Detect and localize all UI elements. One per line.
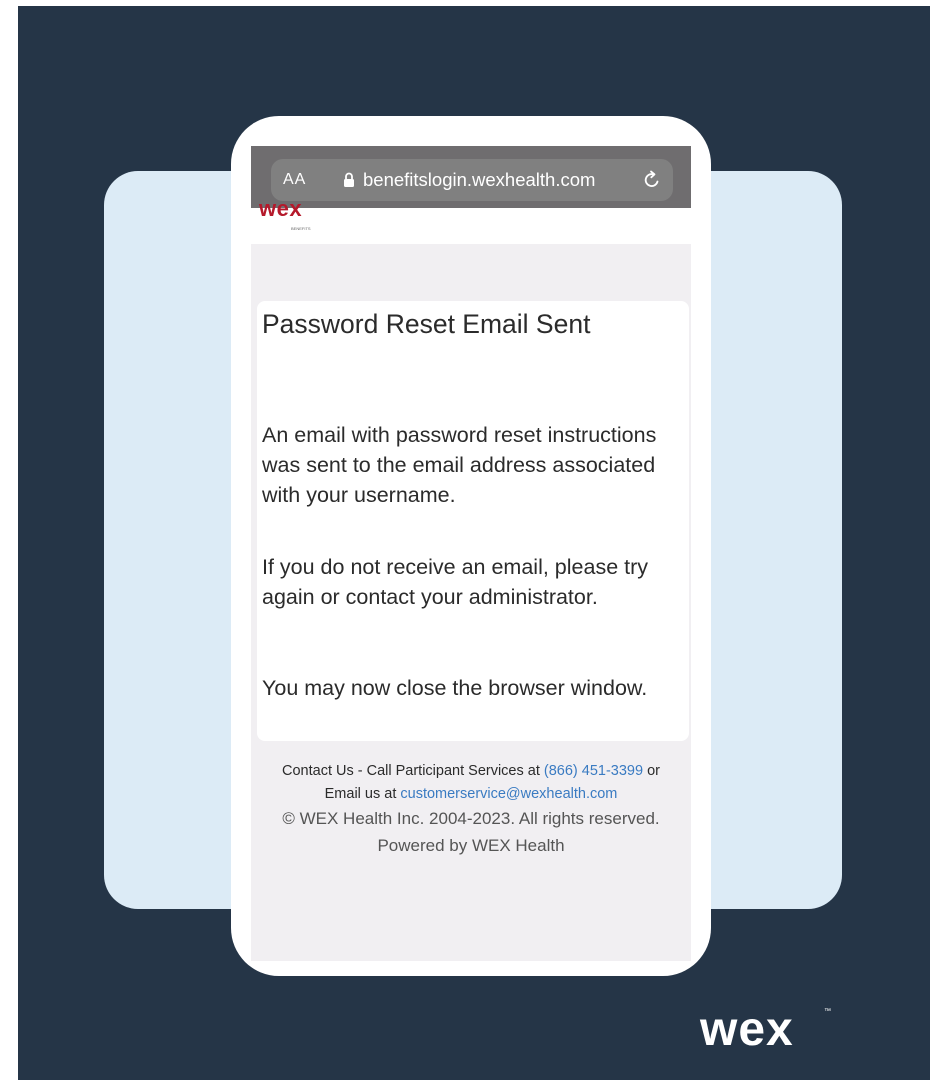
site-header: wex BENEFITS [251,196,691,244]
footer-contact-line: Contact Us - Call Participant Services a… [251,763,691,779]
lock-icon [344,172,354,187]
message-paragraph-sent: An email with password reset instruction… [262,423,657,507]
contact-suffix: or [643,763,660,779]
page-title: Password Reset Email Sent [262,309,591,339]
page-canvas: AA benefitslogin.wexhealth.com wex BENEF… [0,0,940,1080]
message-card: Password Reset Email Sent An email with … [257,301,689,741]
phone-link[interactable]: (866) 451-3399 [544,763,643,779]
footer-email-line: Email us at customerservice@wexhealth.co… [251,786,691,802]
brand-trademark: ™ [824,1008,831,1015]
email-prefix: Email us at [324,786,401,802]
text-size-label: AA [283,171,307,188]
browser-address-bar: AA benefitslogin.wexhealth.com [251,146,691,208]
contact-prefix: Contact Us - Call Participant Services a… [282,763,544,779]
phone-screen: AA benefitslogin.wexhealth.com wex BENEF… [251,146,691,961]
message-paragraph-close: You may now close the browser window. [262,676,648,700]
message-paragraph-not-received: If you do not receive an email, please t… [262,555,649,609]
site-logo-subtext: BENEFITS [291,226,311,231]
url-text[interactable]: benefitslogin.wexhealth.com [363,159,595,201]
footer-powered-by: Powered by WEX Health [377,836,565,855]
text-size-button[interactable]: AA [283,159,306,201]
footer-copyright: © WEX Health Inc. 2004-2023. All rights … [282,809,660,828]
address-field[interactable]: AA benefitslogin.wexhealth.com [271,159,673,201]
site-logo[interactable]: wex [259,196,302,222]
email-link[interactable]: customerservice@wexhealth.com [400,786,617,802]
reload-icon[interactable] [641,169,663,191]
brand-logo: wex [700,1003,794,1056]
phone-frame: AA benefitslogin.wexhealth.com wex BENEF… [231,116,711,976]
